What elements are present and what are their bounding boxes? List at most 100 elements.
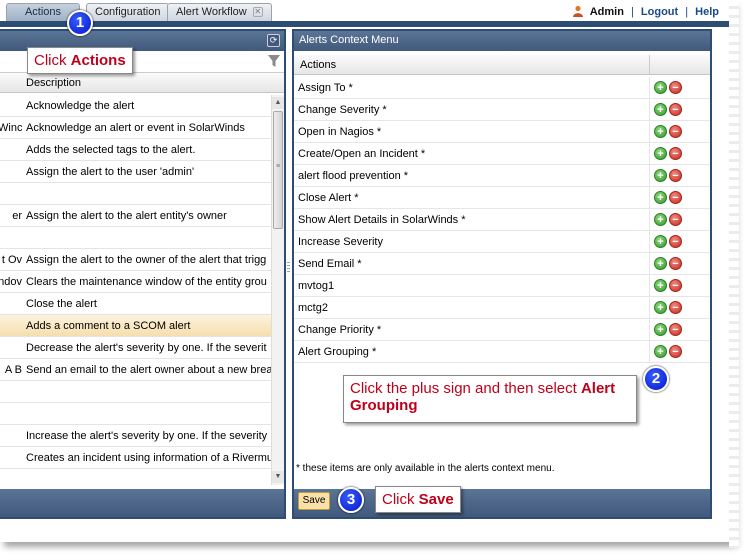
table-row[interactable]: A B Send an email to the alert owner abou… — [0, 359, 274, 381]
close-icon[interactable]: ✕ — [252, 7, 263, 18]
refresh-icon[interactable]: ⟳ — [267, 34, 280, 47]
add-icon[interactable]: + — [654, 125, 667, 138]
table-row[interactable]: t Ov Assign the alert to the owner of the… — [0, 249, 274, 271]
row-actions: + − — [649, 319, 694, 340]
step-badge-3: 3 — [338, 487, 364, 513]
add-icon[interactable]: + — [654, 147, 667, 160]
remove-icon[interactable]: − — [669, 235, 682, 248]
list-item[interactable]: Close Alert * + − — [294, 187, 710, 209]
remove-icon[interactable]: − — [669, 301, 682, 314]
tab-configuration-label: Configuration — [95, 6, 161, 18]
table-row[interactable] — [0, 403, 274, 425]
list-item[interactable]: Create/Open an Incident * + − — [294, 143, 710, 165]
step-badge-1: 1 — [67, 10, 93, 36]
scroll-up-icon[interactable]: ▲ — [272, 97, 284, 109]
action-description-cell: Assign the alert to the owner of the ale… — [26, 254, 267, 266]
step-badge-2: 2 — [643, 366, 669, 392]
callout-emphasis: Actions — [70, 52, 126, 69]
remove-icon[interactable]: − — [669, 125, 682, 138]
list-item[interactable]: Increase Severity + − — [294, 231, 710, 253]
column-header[interactable]: Description — [0, 73, 284, 93]
action-description-cell: Decrease the alert's severity by one. If… — [26, 342, 267, 354]
context-action-label: Create/Open an Incident * — [298, 148, 426, 160]
add-icon[interactable]: + — [654, 279, 667, 292]
context-action-label: alert flood prevention * — [298, 170, 409, 182]
table-row[interactable]: Winc Acknowledge an alert or event in Sol… — [0, 117, 274, 139]
scrollbar-thumb[interactable] — [273, 111, 283, 229]
list-item[interactable]: mctg2 + − — [294, 297, 710, 319]
list-item[interactable]: Show Alert Details in SolarWinds * + − — [294, 209, 710, 231]
remove-icon[interactable]: − — [669, 147, 682, 160]
table-row[interactable]: Creates an incident using information of… — [0, 447, 274, 469]
table-row[interactable] — [0, 183, 274, 205]
context-action-label: Close Alert * — [298, 192, 359, 204]
add-icon[interactable]: + — [654, 301, 667, 314]
context-action-label: Open in Nagios * — [298, 126, 382, 138]
add-icon[interactable]: + — [654, 345, 667, 358]
list-item[interactable]: Change Severity * + − — [294, 99, 710, 121]
table-row[interactable]: ndov Clears the maintenance window of the… — [0, 271, 274, 293]
callout-text: Click the plus sign and then select — [350, 380, 581, 397]
action-name-cell: er — [12, 210, 22, 222]
add-icon[interactable]: + — [654, 235, 667, 248]
alerts-context-menu-panel: Alerts Context Menu Actions Assign To * +… — [292, 29, 712, 519]
table-row[interactable]: er Assign the alert to the alert entity's… — [0, 205, 274, 227]
row-actions: + − — [649, 187, 694, 208]
remove-icon[interactable]: − — [669, 323, 682, 336]
add-icon[interactable]: + — [654, 81, 667, 94]
list-item[interactable]: Open in Nagios * + − — [294, 121, 710, 143]
list-item[interactable]: Assign To * + − — [294, 77, 710, 99]
user-name[interactable]: Admin — [590, 6, 624, 18]
add-icon[interactable]: + — [654, 169, 667, 182]
list-item[interactable]: Alert Grouping * + − — [294, 341, 710, 363]
table-row[interactable] — [0, 227, 274, 249]
table-row[interactable]: Increase the alert's severity by one. If… — [0, 425, 274, 447]
add-icon[interactable]: + — [654, 103, 667, 116]
add-icon[interactable]: + — [654, 257, 667, 270]
add-icon[interactable]: + — [654, 191, 667, 204]
list-item[interactable]: Change Priority * + − — [294, 319, 710, 341]
callout-emphasis: Save — [418, 491, 454, 508]
remove-icon[interactable]: − — [669, 191, 682, 204]
table-row[interactable]: Acknowledge the alert — [0, 95, 274, 117]
remove-icon[interactable]: − — [669, 213, 682, 226]
list-item[interactable]: alert flood prevention * + − — [294, 165, 710, 187]
remove-icon[interactable]: − — [669, 279, 682, 292]
remove-icon[interactable]: − — [669, 103, 682, 116]
scroll-down-icon[interactable]: ▼ — [272, 471, 284, 483]
vertical-scrollbar[interactable]: ▲ ≡ ▼ — [271, 95, 284, 485]
panel-header: Alerts Context Menu — [294, 31, 710, 51]
remove-icon[interactable]: − — [669, 257, 682, 270]
filter-icon[interactable] — [268, 55, 280, 68]
action-description-cell: Creates an incident using information of… — [26, 452, 274, 464]
tab-actions-label: Actions — [24, 6, 62, 18]
table-row[interactable]: Decrease the alert's severity by one. If… — [0, 337, 274, 359]
list-item[interactable]: mvtog1 + − — [294, 275, 710, 297]
remove-icon[interactable]: − — [669, 81, 682, 94]
context-action-label: Change Severity * — [298, 104, 387, 116]
torn-edge — [729, 0, 739, 548]
tab-alert-workflow[interactable]: Alert Workflow ✕ — [167, 3, 272, 21]
tab-configuration[interactable]: Configuration — [86, 3, 170, 21]
table-row[interactable]: Adds the selected tags to the alert. — [0, 139, 274, 161]
logout-link[interactable]: Logout — [641, 6, 678, 18]
add-icon[interactable]: + — [654, 323, 667, 336]
remove-icon[interactable]: − — [669, 169, 682, 182]
description-column-label: Description — [26, 77, 82, 89]
table-row[interactable]: Assign the alert to the user 'admin' — [0, 161, 274, 183]
table-row[interactable]: Adds a comment to a SCOM alert — [0, 315, 274, 337]
action-description-cell: Acknowledge an alert or event in SolarWi… — [26, 122, 245, 134]
table-row[interactable] — [0, 381, 274, 403]
panel-footer — [0, 489, 284, 517]
actions-column-label: Actions — [300, 59, 337, 71]
add-icon[interactable]: + — [654, 213, 667, 226]
column-divider — [649, 55, 694, 74]
save-button[interactable]: Save — [298, 492, 330, 510]
action-description-cell: Clears the maintenance window of the ent… — [26, 276, 267, 288]
context-action-label: Send Email * — [298, 258, 362, 270]
table-row[interactable]: Close the alert — [0, 293, 274, 315]
list-item[interactable]: Send Email * + − — [294, 253, 710, 275]
remove-icon[interactable]: − — [669, 345, 682, 358]
splitter-handle[interactable] — [287, 262, 290, 272]
help-link[interactable]: Help — [695, 6, 719, 18]
